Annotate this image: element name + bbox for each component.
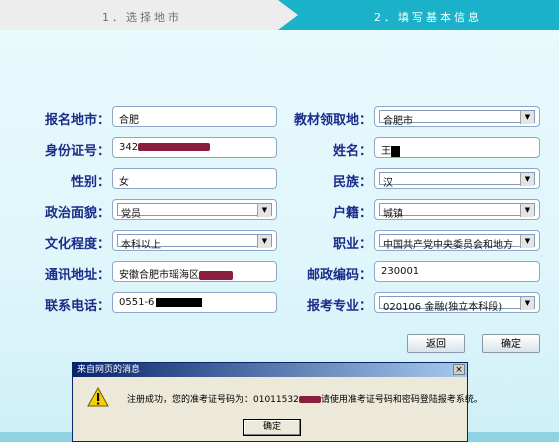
dialog-ok-button[interactable]: 确定 [243,419,301,436]
warning-icon [87,387,109,407]
step-fill-info: 2．填写基本信息 [278,0,559,30]
political-status-label: 政治面貌： [44,206,110,221]
address-value: 安徽合肥市瑶海区 [119,270,199,281]
registration-page: 1．选择地市 2．填写基本信息 报名地市： 合肥 教材领取地： 合肥市 ▼ 身份证… [0,0,559,442]
material-place-value: 合肥市 [383,116,413,127]
material-place-label: 教材领取地： [293,113,372,128]
dialog-message-prefix: 注册成功，您的准考证号码为：01011532 [127,395,299,405]
phone-label: 联系电话： [44,299,110,314]
chevron-down-icon[interactable]: ▼ [520,173,534,186]
close-button[interactable]: × [453,364,465,375]
address-field[interactable]: 安徽合肥市瑶海区 [112,261,277,282]
step-bar: 1．选择地市 2．填写基本信息 [0,0,559,30]
step-select-city: 1．选择地市 [0,0,300,30]
major-select[interactable]: 020106 金融(独立本科段) ▼ [374,292,540,313]
political-status-value: 党员 [121,209,141,220]
gender-field[interactable]: 女 [112,168,277,189]
name-value: 王 [381,146,391,157]
political-status-select[interactable]: 党员 ▼ [112,199,277,220]
chevron-down-icon[interactable]: ▼ [520,297,534,310]
dialog-title: 来自网页的消息 × [73,363,467,377]
dialog-message: 注册成功，您的准考证号码为：01011532 请使用准考证号码和密码登陆报考系统。 [127,392,483,405]
step-select-city-label: 1．选择地市 [102,11,182,24]
chevron-down-icon[interactable]: ▼ [257,235,271,248]
ethnicity-label: 民族： [332,175,372,190]
phone-value: 0551-6 [119,297,155,308]
postcode-value: 230001 [381,266,420,277]
name-field[interactable]: 王 [374,137,540,158]
step-fill-info-label: 2．填写基本信息 [374,11,482,24]
dialog-title-text: 来自网页的消息 [77,365,141,375]
exam-city-label: 报名地市： [44,113,110,128]
household-select[interactable]: 城镇 ▼ [374,199,540,220]
redaction-mark [199,270,233,280]
major-value: 020106 金融(独立本科段) [383,302,503,313]
name-label: 姓名： [332,144,372,159]
postcode-field[interactable]: 230001 [374,261,540,282]
id-number-label: 身份证号： [44,144,110,159]
id-number-value: 342 [119,142,139,153]
chevron-down-icon[interactable]: ▼ [520,111,534,124]
household-value: 城镇 [383,209,403,220]
back-button[interactable]: 返回 [407,334,465,353]
postcode-label: 邮政编码： [306,268,372,283]
education-value: 本科以上 [121,240,161,251]
ethnicity-value: 汉 [383,178,393,189]
redaction-mark [138,143,211,151]
id-number-field[interactable]: 342 [112,137,277,158]
chevron-down-icon[interactable]: ▼ [520,235,534,248]
occupation-select[interactable]: 中国共产党中央委员会和地方 ▼ [374,230,540,251]
gender-label: 性别： [70,175,110,190]
gender-value: 女 [119,177,129,188]
dialog-message-suffix: 请使用准考证号码和密码登陆报考系统。 [320,395,483,405]
redaction-mark [156,297,203,307]
redaction-mark [391,145,400,157]
address-label: 通讯地址： [44,268,110,283]
material-place-select[interactable]: 合肥市 ▼ [374,106,540,127]
phone-field[interactable]: 0551-6 [112,292,277,313]
ethnicity-select[interactable]: 汉 ▼ [374,168,540,189]
alert-dialog: 来自网页的消息 × 注册成功，您的准考证号码为：01011532 请使用准考证号码… [72,362,483,442]
education-label: 文化程度： [44,237,110,252]
exam-city-field[interactable]: 合肥 [112,106,277,127]
redaction-mark [298,396,321,403]
education-select[interactable]: 本科以上 ▼ [112,230,277,251]
chevron-down-icon[interactable]: ▼ [520,204,534,217]
major-label: 报考专业： [306,299,372,314]
confirm-button[interactable]: 确定 [482,334,540,353]
occupation-label: 职业： [332,237,372,252]
household-label: 户籍： [332,206,372,221]
chevron-down-icon[interactable]: ▼ [257,204,271,217]
exam-city-value: 合肥 [119,115,139,126]
occupation-value: 中国共产党中央委员会和地方 [383,240,513,251]
